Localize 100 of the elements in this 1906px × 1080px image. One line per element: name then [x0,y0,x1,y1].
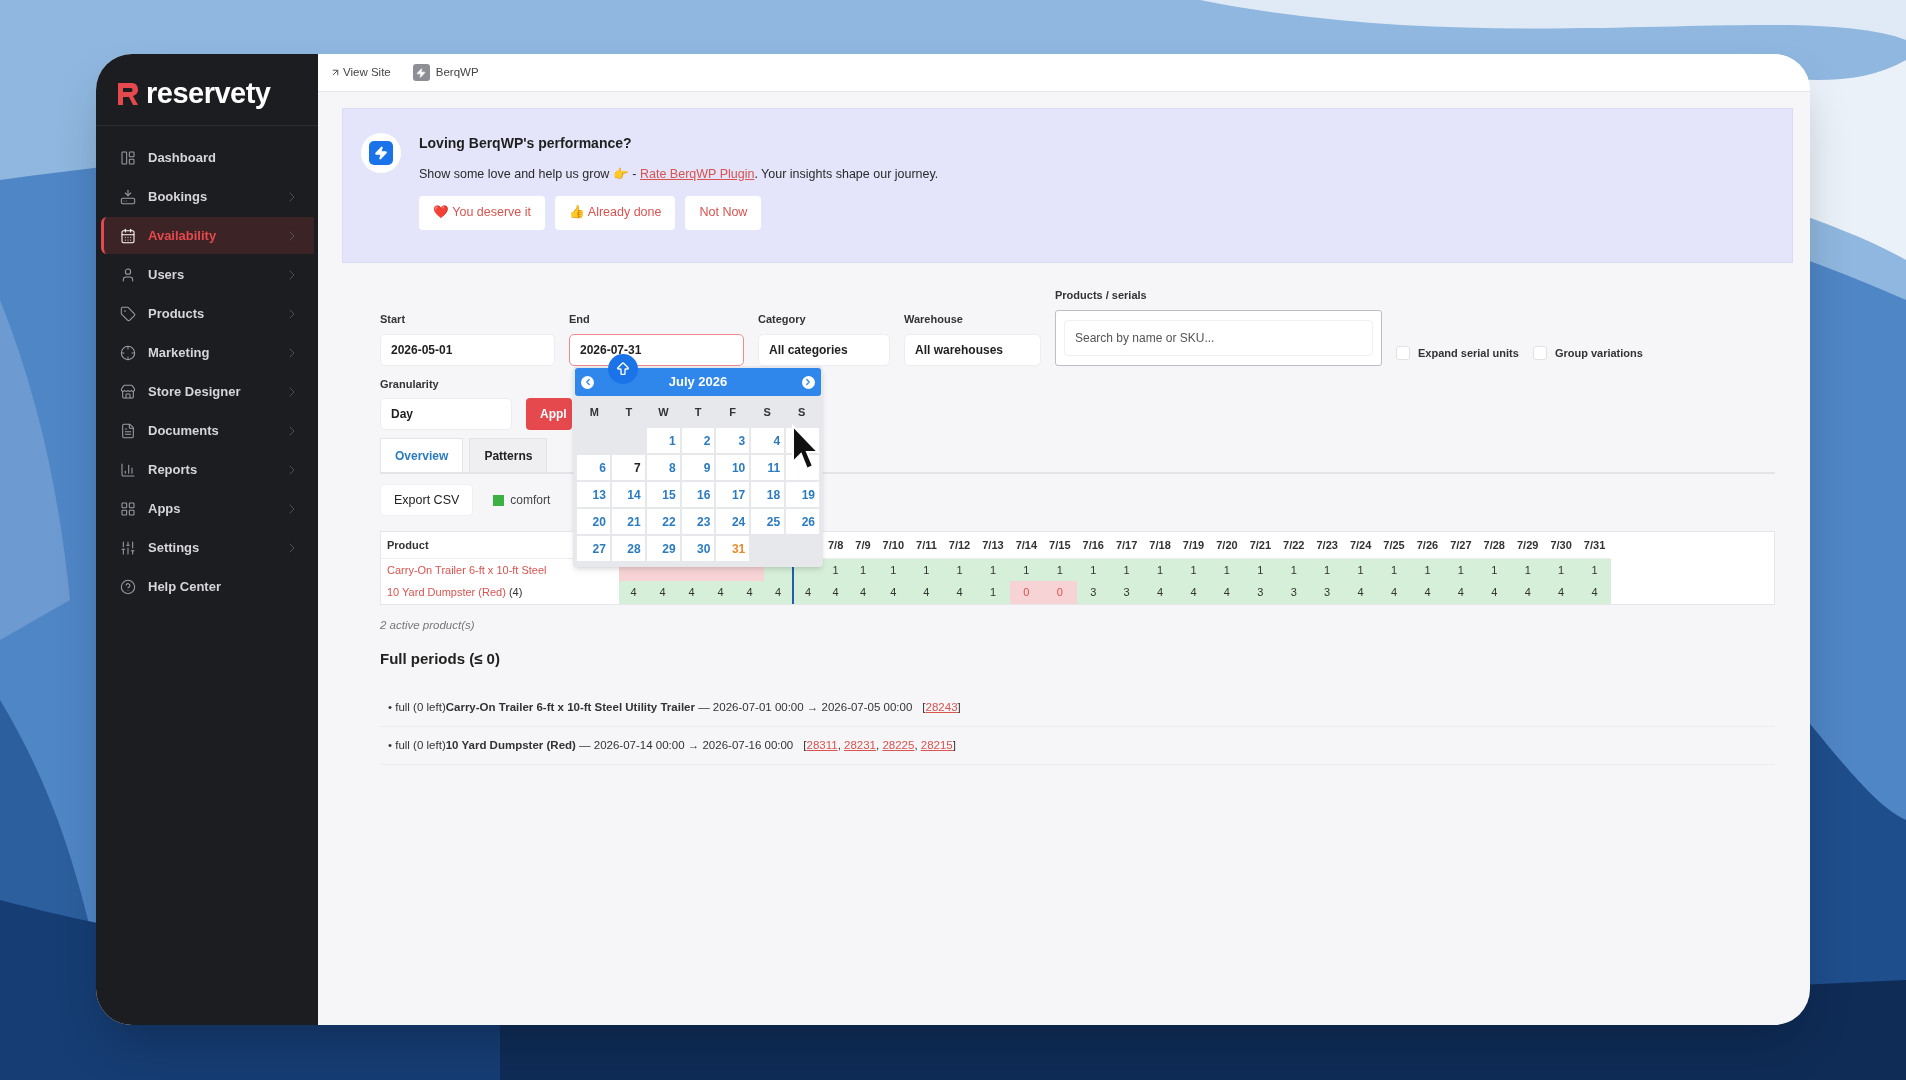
calendar-day[interactable]: 4 [751,428,785,453]
availability-cell: 4 [1343,581,1378,604]
calendar-day[interactable]: 7 [611,455,645,480]
column-header: 7/9 [849,532,877,558]
availability-cell: 4 [648,581,677,604]
previous-month-button[interactable] [581,375,594,389]
calendar-day[interactable]: 14 [611,482,645,507]
month-title: July 2026 [668,373,728,392]
weekday-label: S [762,404,772,420]
sidebar-item[interactable]: Bookings [101,178,314,215]
availability-cell: 1 [1377,558,1411,581]
sidebar-item[interactable]: Users [101,256,314,293]
calendar-day[interactable]: 1 [646,428,680,453]
availability-cell: 3 [1109,581,1144,604]
dashboard-icon [120,149,136,166]
calendar-day[interactable]: 26 [786,509,819,534]
availability-cell: 4 [735,581,764,604]
calendar-day[interactable]: 24 [716,509,750,534]
calendar-day[interactable]: 2 [681,428,715,453]
calendar-day[interactable]: 11 [751,455,785,480]
column-header: 7/31 [1577,532,1612,558]
view-site-link[interactable]: View Site [330,63,391,82]
availability-cell: 3 [1076,581,1110,604]
notice-button[interactable]: 👍 Already done [555,195,676,230]
notice-button[interactable]: ❤ You deserve it [419,195,545,230]
calendar-day[interactable]: 13 [577,482,610,507]
calendar-day[interactable]: 27 [577,536,610,561]
sidebar-item[interactable]: Availability [101,217,314,254]
availability-cell: 1 [910,558,943,581]
checkbox[interactable] [1396,346,1410,361]
column-header: 7/13 [976,532,1010,558]
column-header: 7/12 [942,532,977,558]
sidebar-item[interactable]: Apps [101,490,314,527]
sidebar-item[interactable]: Documents [101,412,314,449]
availability-cell: 4 [1210,581,1244,604]
column-header: 7/20 [1210,532,1244,558]
notice-button[interactable]: Not Now [685,195,762,230]
berqwp-link[interactable]: BerqWP [412,63,479,82]
notice-text: Show some love and help us grow 👉 - Rate BerqWP Plugin. Your insights shape our journey. [419,166,939,183]
calendar-day[interactable]: 31 [716,536,750,561]
section-heading: Full periods (≤ 0) [380,649,501,670]
calendar-day[interactable]: 15 [646,482,680,507]
booking-link[interactable]: 28215 [920,738,953,751]
calendar-day[interactable]: 25 [751,509,785,534]
input-field[interactable]: Day [380,398,512,430]
apply-button[interactable]: Appl [526,398,572,430]
calendar-day[interactable]: 8 [646,455,680,480]
export-csv-button[interactable]: Export CSV [380,484,474,516]
column-header: 7/27 [1444,532,1478,558]
availability-cell: 4 [793,581,822,604]
weekday-label: T [693,404,703,420]
calendar-day[interactable]: 18 [751,482,785,507]
next-month-button[interactable] [802,375,815,389]
calendar-day[interactable]: 29 [646,536,680,561]
sidebar-item[interactable]: Reports [101,451,314,488]
calendar-day[interactable]: 23 [681,509,715,534]
availability-cell: 4 [822,581,850,604]
calendar-day[interactable]: 19 [786,482,819,507]
availability-cell: 3 [1277,581,1311,604]
calendar-day[interactable]: 6 [577,455,610,480]
column-header: 7/29 [1511,532,1545,558]
calendar-day[interactable]: 30 [681,536,715,561]
calendar-day[interactable]: 21 [611,509,645,534]
product-name[interactable]: Carry-On Trailer 6-ft x 10-ft Steel [381,558,619,581]
availability-cell: 4 [1544,581,1578,604]
bar-chart-icon [120,461,136,478]
booking-link[interactable]: 28231 [844,738,876,751]
calendar-day[interactable]: 28 [611,536,645,561]
period-entry: • full (0 left)Carry-On Trailer 6-ft x 10-ft Steel Utility Trailer — 2026-07-01 00:00 → 2026-07-05 00:00 [28243] [388,699,961,715]
sidebar-item[interactable]: Store Designer [101,373,314,410]
search-field[interactable]: Search by name or SKU... [1055,309,1382,366]
input-field[interactable]: All warehouses [904,333,1041,366]
sidebar-item[interactable]: Marketing [101,334,314,371]
column-header: 7/14 [1009,532,1044,558]
tab[interactable]: Overview [380,438,464,472]
field-label: Start [380,312,407,327]
bolt-icon [412,64,430,81]
calendar-day[interactable]: 16 [681,482,715,507]
input-field[interactable]: 2026-05-01 [380,333,555,366]
booking-link[interactable]: 28311 [806,738,838,751]
input-field[interactable]: 2026-07-31 [569,333,744,366]
calendar-day[interactable]: 22 [646,509,680,534]
legend-label: comfort [510,492,551,509]
tab[interactable]: Patterns [469,438,548,472]
sidebar-item[interactable]: Products [101,295,314,332]
calendar-day[interactable]: 9 [681,455,715,480]
sidebar-item[interactable]: Dashboard [101,139,314,176]
column-header: 7/16 [1076,532,1110,558]
calendar-day[interactable]: 3 [716,428,750,453]
availability-cell: 1 [1544,558,1578,581]
store-icon [120,383,136,400]
calendar-day[interactable]: 20 [577,509,610,534]
calendar-day[interactable]: 17 [716,482,750,507]
column-header: 7/21 [1243,532,1278,558]
calendar-day[interactable]: 10 [716,455,750,480]
product-name[interactable]: 10 Yard Dumpster (Red) (4) [381,581,619,604]
sidebar-item[interactable]: Help Center [101,568,314,605]
checkbox[interactable] [1532,346,1547,361]
input-field[interactable]: All categories [758,333,890,366]
sidebar-item[interactable]: Settings [101,529,314,566]
